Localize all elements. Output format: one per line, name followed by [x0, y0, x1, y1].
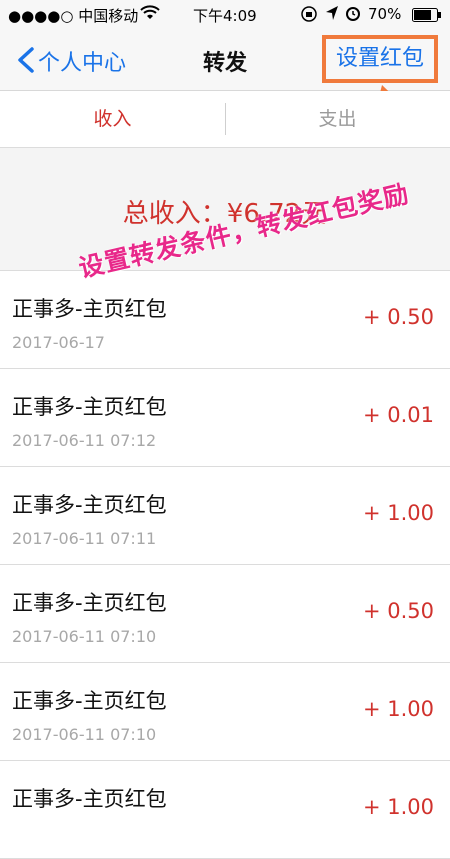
clock-time: 下午4:09: [193, 7, 257, 25]
item-amount: + 1.00: [362, 501, 434, 525]
item-title: 正事多-主页红包: [12, 493, 167, 517]
item-amount: + 0.50: [362, 305, 434, 329]
item-amount: + 0.01: [362, 403, 434, 427]
wifi-icon: [140, 5, 160, 25]
set-red-packet-button[interactable]: 设置红包: [322, 35, 438, 83]
transaction-list: 正事多-主页红包 2017-06-17 + 0.50 正事多-主页红包 2017…: [0, 271, 450, 859]
battery-icon: [412, 8, 442, 26]
orientation-lock-icon: [300, 5, 318, 27]
item-amount: + 1.00: [362, 795, 434, 819]
item-title: 正事多-主页红包: [12, 395, 167, 419]
alarm-icon: [345, 5, 361, 25]
status-bar: ●●●●○ 中国移动 下午4:09 70%: [0, 0, 450, 30]
item-title: 正事多-主页红包: [12, 689, 167, 713]
item-title: 正事多-主页红包: [12, 591, 167, 615]
list-item[interactable]: 正事多-主页红包 2017-06-11 07:12 + 0.01: [0, 369, 450, 467]
list-item[interactable]: 正事多-主页红包 2017-06-11 07:10 + 0.50: [0, 565, 450, 663]
list-item[interactable]: 正事多-主页红包 2017-06-11 07:11 + 1.00: [0, 467, 450, 565]
item-date: 2017-06-11 07:11: [12, 529, 157, 548]
item-amount: + 0.50: [362, 599, 434, 623]
list-item[interactable]: 正事多-主页红包 2017-06-11 07:10 + 1.00: [0, 663, 450, 761]
tab-bar: 收入 支出: [0, 91, 450, 148]
item-title: 正事多-主页红包: [12, 787, 167, 811]
item-date: 2017-06-11 07:12: [12, 431, 157, 450]
list-item[interactable]: 正事多-主页红包 2017-06-17 + 0.50: [0, 271, 450, 369]
location-icon: [325, 5, 339, 25]
tab-income[interactable]: 收入: [0, 91, 225, 147]
tab-expense[interactable]: 支出: [225, 91, 450, 147]
item-date: 2017-06-17: [12, 333, 105, 352]
item-date: 2017-06-11 07:10: [12, 725, 157, 744]
carrier-label: ●●●●○ 中国移动: [8, 7, 139, 25]
item-title: 正事多-主页红包: [12, 297, 167, 321]
item-date: 2017-06-11 07:10: [12, 627, 157, 646]
item-amount: + 1.00: [362, 697, 434, 721]
list-item[interactable]: 正事多-主页红包 + 1.00: [0, 761, 450, 859]
battery-percent: 70%: [368, 5, 402, 23]
